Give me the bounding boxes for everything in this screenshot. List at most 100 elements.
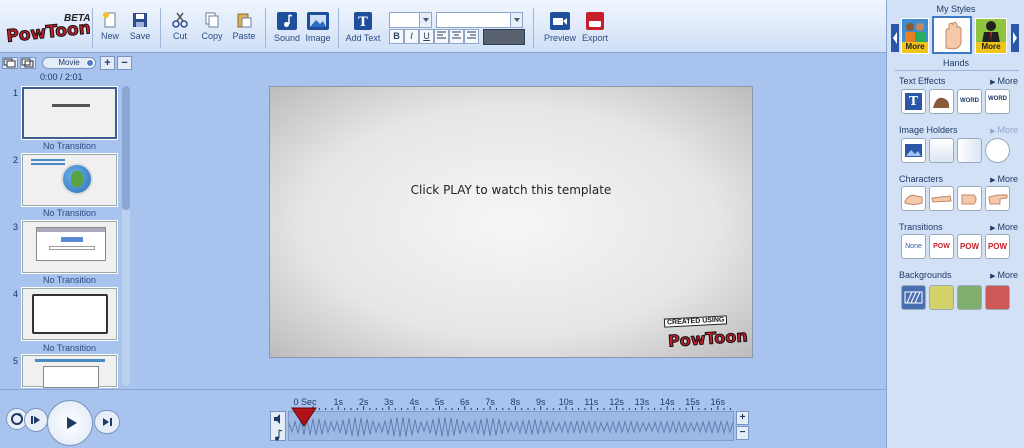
text-effect-tile[interactable] [929, 89, 954, 114]
style-option-people[interactable]: More [901, 18, 929, 54]
cut-button[interactable]: Cut [168, 12, 192, 48]
underline-button[interactable]: U [419, 29, 434, 44]
slide-thumbnail-2[interactable] [22, 154, 117, 206]
divider [895, 70, 1019, 71]
italic-button[interactable]: I [404, 29, 419, 44]
background-color-tile[interactable] [985, 285, 1010, 310]
align-center-button[interactable] [449, 29, 464, 44]
image-holder-tile[interactable] [985, 138, 1010, 163]
image-holder-tile[interactable] [929, 138, 954, 163]
backgrounds-more[interactable]: More [990, 270, 1018, 280]
slide-text-line [31, 159, 65, 161]
background-tile[interactable] [901, 285, 926, 310]
styles-prev-button[interactable] [891, 24, 899, 52]
align-right-button[interactable] [464, 29, 479, 44]
image-button[interactable]: Image [304, 12, 332, 48]
style-option-business[interactable]: More [975, 18, 1007, 54]
slide-thumbnail-4[interactable] [22, 288, 117, 340]
add-text-button[interactable]: T Add Text [343, 12, 383, 48]
separator [338, 8, 339, 48]
transition-tile[interactable]: POW [929, 234, 954, 259]
remove-slide-button[interactable]: − [117, 56, 132, 70]
image-holder-tile[interactable] [957, 138, 982, 163]
sound-layer-icon[interactable] [271, 412, 285, 426]
transitions-more[interactable]: More [990, 222, 1018, 232]
text-effect-tile[interactable]: WORD [957, 89, 982, 114]
transition-tile-none[interactable]: None [901, 234, 926, 259]
layers-icon [21, 58, 34, 68]
timeline-tick-label: 3s [384, 397, 394, 407]
background-color-tile[interactable] [929, 285, 954, 310]
video-camera-icon [550, 12, 570, 30]
slide-transition[interactable]: No Transition [22, 275, 117, 285]
export-button[interactable]: Export [580, 12, 610, 48]
text-t-icon: T [354, 12, 372, 30]
slide-thumbnail-1[interactable] [22, 87, 117, 139]
audio-track[interactable] [288, 411, 734, 441]
text-effect-tile[interactable]: WORD [985, 89, 1010, 114]
sound-button[interactable]: Sound [272, 12, 302, 48]
bold-button[interactable]: B [389, 29, 404, 44]
slide-transition[interactable]: No Transition [22, 141, 117, 151]
add-slide-button[interactable]: + [100, 56, 115, 70]
stage[interactable]: Click PLAY to watch this template CREATE… [269, 86, 753, 358]
preview-button[interactable]: Preview [542, 12, 578, 48]
scissors-icon [172, 12, 188, 28]
text-effects-more[interactable]: More [990, 76, 1018, 86]
character-tile[interactable] [957, 186, 982, 211]
paste-button[interactable]: Paste [231, 12, 257, 48]
music-note-icon[interactable] [271, 428, 285, 442]
copy-button[interactable]: Copy [199, 12, 225, 48]
movie-time: 0:00 / 2:01 [40, 72, 83, 82]
font-size-select[interactable] [389, 12, 432, 28]
slide-thumbnail-3[interactable] [22, 221, 117, 273]
step-back-button[interactable] [24, 408, 48, 432]
styles-next-button[interactable] [1011, 24, 1019, 52]
globe-icon [61, 163, 93, 195]
character-tile[interactable] [985, 186, 1010, 211]
playhead-marker[interactable] [291, 407, 317, 429]
characters-more[interactable]: More [990, 174, 1018, 184]
character-tile[interactable] [901, 186, 926, 211]
timeline-tick-label: 2s [359, 397, 369, 407]
timeline-tick-label: 4s [409, 397, 419, 407]
timeline-zoom-out-button[interactable]: − [736, 426, 749, 440]
slide-thumbnail-5[interactable] [22, 355, 117, 388]
music-note-icon [277, 12, 297, 30]
style-option-hands[interactable] [932, 16, 972, 54]
more-badge: More [976, 42, 1006, 53]
font-family-select[interactable] [436, 12, 523, 28]
timeline-zoom-in-button[interactable]: + [736, 411, 749, 425]
slide-text-line [35, 359, 105, 362]
list-view-button[interactable] [20, 57, 36, 69]
save-button[interactable]: Save [128, 12, 152, 48]
slides-scrollbar[interactable] [122, 86, 130, 386]
slide-text-line [31, 163, 65, 165]
new-button[interactable]: New [98, 12, 122, 48]
text-effect-tile[interactable]: T [901, 89, 926, 114]
play-button[interactable] [47, 400, 93, 446]
step-forward-button[interactable] [94, 410, 120, 434]
slide-transition[interactable]: No Transition [22, 208, 117, 218]
transition-tile[interactable]: POW [957, 234, 982, 259]
people-icon [905, 23, 925, 42]
background-color-tile[interactable] [957, 285, 982, 310]
image-holder-tile[interactable] [901, 138, 926, 163]
text-color-picker[interactable] [483, 29, 525, 45]
character-tile[interactable] [929, 186, 954, 211]
characters-heading: Characters [899, 174, 944, 184]
watermark-created-using: CREATED USING [663, 315, 728, 328]
youtube-icon [586, 12, 604, 30]
transition-tile[interactable]: POW [985, 234, 1010, 259]
new-label: New [100, 31, 119, 41]
scrollbar-thumb[interactable] [122, 86, 130, 210]
picture-icon [905, 144, 922, 157]
timeline-tick-label: 16s [711, 397, 726, 407]
movie-mode-toggle[interactable]: Movie [42, 57, 96, 69]
play-icon [67, 417, 77, 429]
align-left-button[interactable] [434, 29, 449, 44]
slide-transition[interactable]: No Transition [22, 343, 117, 353]
thumbnail-view-button[interactable] [2, 57, 18, 69]
image-holders-more[interactable]: More [990, 125, 1018, 135]
separator [533, 8, 534, 48]
